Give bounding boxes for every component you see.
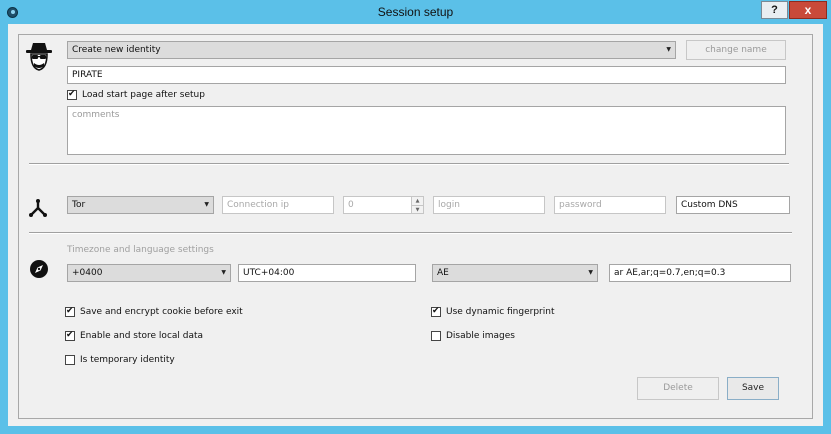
load-start-page-label: Load start page after setup <box>82 90 205 100</box>
proxy-type-value: Tor <box>72 200 86 210</box>
checkbox-checked-icon <box>67 89 77 100</box>
temporary-identity-label: Is temporary identity <box>80 355 175 365</box>
disable-images-checkbox[interactable]: Disable images <box>431 330 515 342</box>
checkbox-checked-icon <box>65 330 75 341</box>
title-bar: Session setup ? x <box>0 0 831 24</box>
accept-language-input[interactable]: ar AE,ar;q=0.7,en;q=0.3 <box>609 264 791 282</box>
delete-button[interactable]: Delete <box>637 377 719 400</box>
save-button[interactable]: Save <box>727 377 779 400</box>
dropdown-arrow-icon: ▼ <box>666 46 671 53</box>
dropdown-arrow-icon: ▼ <box>588 269 593 276</box>
checkbox-unchecked-icon <box>431 331 441 341</box>
temporary-identity-checkbox[interactable]: Is temporary identity <box>65 354 175 366</box>
save-cookie-checkbox[interactable]: Save and encrypt cookie before exit <box>65 306 243 318</box>
identity-mode-value: Create new identity <box>72 45 161 55</box>
spin-up-icon[interactable]: ▲ <box>412 197 423 205</box>
help-button[interactable]: ? <box>761 1 788 19</box>
country-value: AE <box>437 268 449 278</box>
window-frame-bottom <box>0 426 831 434</box>
identity-name-input[interactable]: PIRATE <box>67 66 786 84</box>
checkbox-unchecked-icon <box>65 355 75 365</box>
port-value: 0 <box>348 200 354 210</box>
window-frame-right <box>823 24 831 434</box>
comments-textarea[interactable]: comments <box>67 106 786 155</box>
login-input[interactable]: login <box>433 196 545 214</box>
connection-ip-input[interactable]: Connection ip <box>222 196 334 214</box>
network-nodes-icon <box>29 199 47 217</box>
change-name-button[interactable]: change name <box>686 40 786 60</box>
identity-mode-select[interactable]: Create new identity ▼ <box>67 41 676 59</box>
custom-dns-input[interactable]: Custom DNS <box>676 196 790 214</box>
proxy-type-select[interactable]: Tor ▼ <box>67 196 214 214</box>
disable-images-label: Disable images <box>446 331 515 341</box>
country-select[interactable]: AE ▼ <box>432 264 598 282</box>
spy-icon <box>26 43 52 71</box>
dropdown-arrow-icon: ▼ <box>204 201 209 208</box>
load-start-page-checkbox[interactable]: Load start page after setup <box>67 89 205 101</box>
timezone-offset-select[interactable]: +0400 ▼ <box>67 264 231 282</box>
timezone-name-input[interactable]: UTC+04:00 <box>238 264 416 282</box>
port-spin-buttons[interactable]: ▲ ▼ <box>411 197 423 213</box>
save-cookie-label: Save and encrypt cookie before exit <box>80 307 243 317</box>
password-input[interactable]: password <box>554 196 666 214</box>
settings-panel: Create new identity ▼ change name PIRATE… <box>18 34 813 419</box>
separator <box>29 163 789 165</box>
local-data-label: Enable and store local data <box>80 331 204 341</box>
window-frame-left <box>0 24 8 434</box>
dynamic-fingerprint-checkbox[interactable]: Use dynamic fingerprint <box>431 306 554 318</box>
spin-down-icon[interactable]: ▼ <box>412 205 423 213</box>
port-spinbox[interactable]: 0 ▲ ▼ <box>343 196 424 214</box>
checkbox-checked-icon <box>65 306 75 317</box>
local-data-checkbox[interactable]: Enable and store local data <box>65 330 203 342</box>
dropdown-arrow-icon: ▼ <box>221 269 226 276</box>
dynamic-fingerprint-label: Use dynamic fingerprint <box>446 307 555 317</box>
close-button[interactable]: x <box>789 1 827 19</box>
checkbox-checked-icon <box>431 306 441 317</box>
window-title: Session setup <box>377 5 454 19</box>
timezone-offset-value: +0400 <box>72 268 103 278</box>
separator <box>29 232 792 234</box>
compass-icon <box>30 260 48 278</box>
locale-section-title: Timezone and language settings <box>67 245 214 255</box>
